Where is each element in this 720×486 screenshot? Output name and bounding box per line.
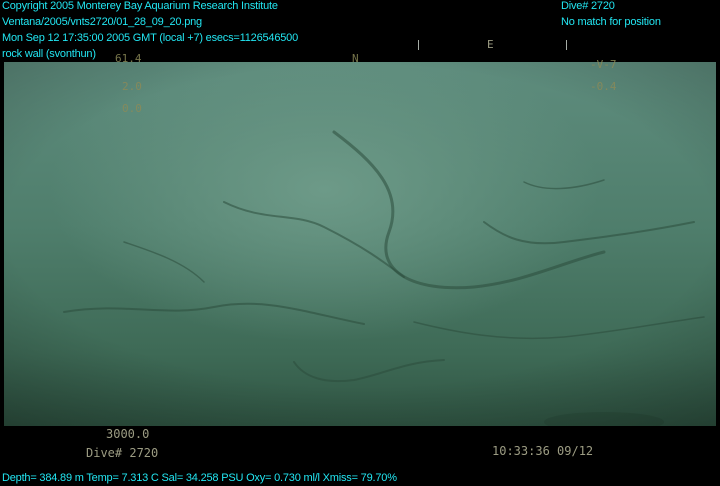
heading-tick	[566, 40, 567, 50]
timestamp-text: Mon Sep 12 17:35:00 2005 GMT (local +7) …	[2, 32, 298, 44]
vignette	[4, 62, 716, 426]
sensor-readout: Depth= 384.89 m Temp= 7.313 C Sal= 34.25…	[2, 472, 397, 484]
file-path-text: Ventana/2005/vnts2720/01_28_09_20.png	[2, 16, 202, 28]
heading-east-label: E	[487, 38, 494, 51]
seafloor-image	[4, 62, 716, 426]
video-frame: Copyright 2005 Monterey Bay Aquarium Res…	[0, 0, 720, 486]
dive-number-text: Dive# 2720	[561, 0, 615, 12]
copyright-text: Copyright 2005 Monterey Bay Aquarium Res…	[2, 0, 278, 12]
camera-value-1: 2.0	[122, 80, 142, 93]
position-status-text: No match for position	[561, 16, 661, 28]
camera-value-3: -V-7	[590, 58, 617, 71]
camera-value-2: 0.0	[122, 102, 142, 115]
camera-value-4: -0.4	[590, 80, 617, 93]
heading-north-label: N	[352, 52, 359, 65]
camera-clock: 10:33:36 09/12	[492, 444, 594, 458]
depth-counter: 3000.0	[106, 427, 150, 441]
annotation-text: rock wall (svonthun)	[2, 48, 96, 60]
dive-overlay-label: Dive# 2720	[86, 446, 159, 460]
heading-value: 61.4	[115, 52, 142, 65]
heading-tick	[418, 40, 419, 50]
